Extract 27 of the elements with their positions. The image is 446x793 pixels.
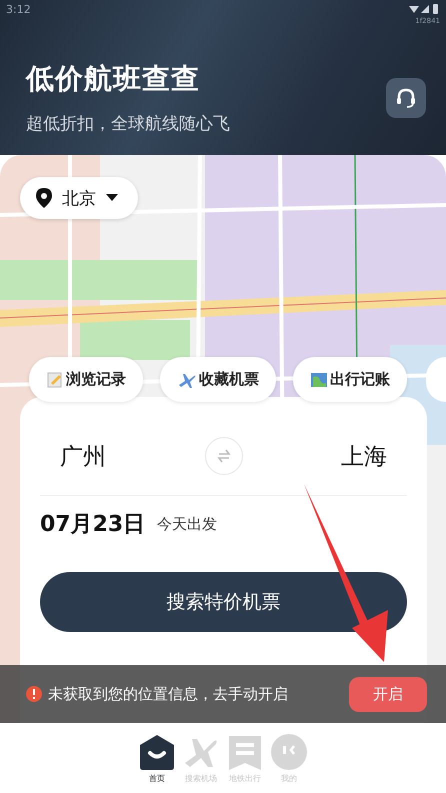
status-icons [408,3,440,15]
search-button[interactable]: 搜索特价机票 [40,572,407,632]
headset-button[interactable] [386,78,426,118]
shortcut-button[interactable]: 浏览记录 [29,357,143,402]
departure-date[interactable]: 07月23日 [40,509,146,539]
date-note: 今天出发 [157,514,218,534]
location-pin-icon [36,188,52,208]
warning-icon [26,686,42,702]
swap-button[interactable] [204,437,242,475]
swap-icon [216,448,232,464]
map-icon [310,370,328,388]
nav-tab[interactable]: 首页 [138,733,176,793]
app-title: 低价航班查查 [26,61,201,97]
app-subtitle: 超低折扣，全球航线随心飞 [26,113,230,135]
memo-icon [46,370,64,388]
shortcut-button[interactable]: 收藏机票 [160,357,276,402]
document-icon [226,733,264,771]
home-icon [138,733,176,771]
headset-icon [395,86,417,108]
caret-icon [106,194,118,202]
shortcut-button[interactable]: 出行记账 [293,357,407,402]
arrival-city[interactable]: 上海 [341,440,387,472]
notice-text: 未获取到您的位置信息，去手动开启 [48,684,289,704]
face-icon [270,733,308,771]
departure-city[interactable]: 广州 [60,440,106,472]
status-time: 3:12 [6,3,31,16]
city-selector[interactable]: 北京 [20,177,138,219]
